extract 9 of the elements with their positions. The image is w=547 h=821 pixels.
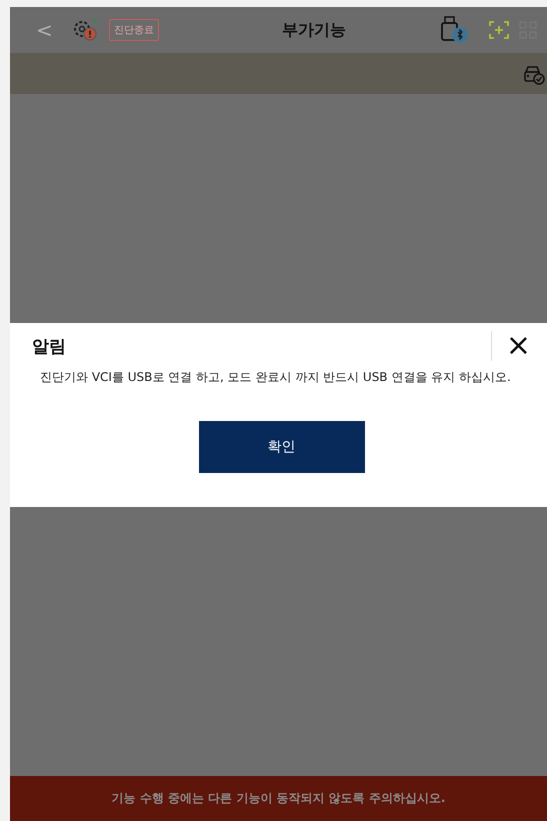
usb-bluetooth-icon[interactable] <box>439 16 469 44</box>
close-button[interactable]: × <box>490 331 531 361</box>
dialog-message: 진단기와 VCI를 USB로 연결 하고, 모드 완료시 까지 반드시 USB 연결을 유지 하십시오. <box>40 369 512 386</box>
screenshot-add-icon[interactable] <box>489 21 509 39</box>
page-title: 부가기능 <box>280 20 347 40</box>
status-badge: 진단종료 <box>108 19 159 41</box>
dialog-title: 알림 <box>32 336 66 358</box>
confirm-button[interactable]: 확인 <box>198 421 364 473</box>
warning-notice: 기능 수행 중에는 다른 기능이 동작되지 않도록 주의하십시오. <box>112 790 446 807</box>
